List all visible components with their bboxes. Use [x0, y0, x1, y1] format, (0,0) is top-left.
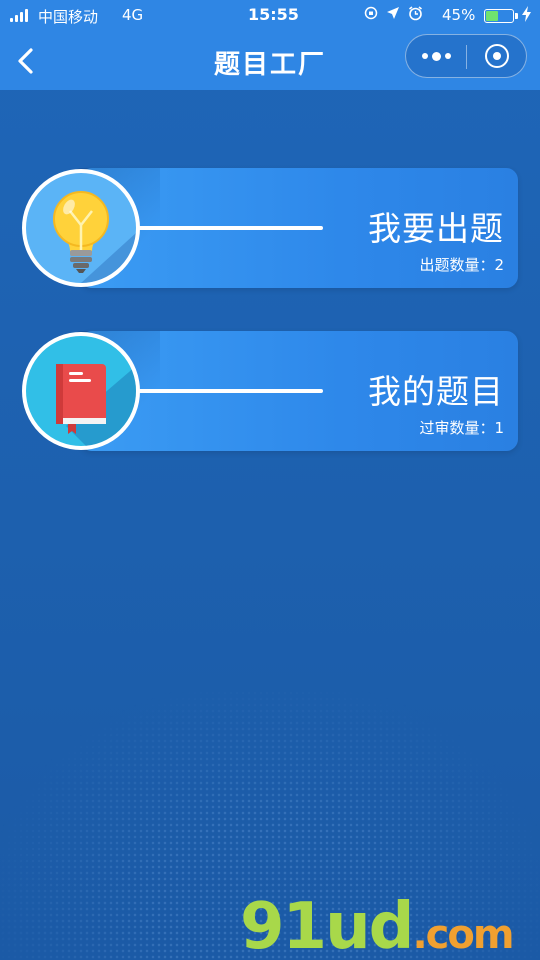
card-title: 我要出题 — [368, 209, 504, 248]
battery-percent: 45% — [442, 6, 476, 24]
signal-icon — [10, 9, 28, 22]
my-questions-card[interactable]: 我的题目 过审数量：1 — [70, 331, 518, 451]
carrier-name: 中国移动 — [38, 8, 99, 26]
more-button[interactable] — [406, 35, 466, 77]
create-question-card[interactable]: 我要出题 出题数量：2 — [70, 168, 518, 288]
lightbulb-icon[interactable] — [22, 169, 140, 287]
close-button[interactable] — [467, 35, 527, 77]
card-divider-line — [138, 389, 323, 393]
battery-icon — [484, 9, 518, 23]
card-count: 过审数量：1 — [419, 419, 504, 437]
navigation-bar: 题目工厂 — [0, 32, 540, 90]
status-bar: 中国移动 4G 15:55 45% — [0, 0, 540, 32]
card-count: 出题数量：2 — [419, 256, 504, 274]
status-time: 15:55 — [248, 5, 299, 24]
card-divider-line — [138, 226, 323, 230]
alarm-icon — [408, 6, 423, 25]
rotation-lock-icon — [364, 6, 378, 25]
more-dots-icon — [421, 53, 428, 59]
app-screen: 中国移动 4G 15:55 45% 题目工厂 我要出题 出题数量：2 我的题目 … — [0, 0, 540, 960]
target-close-icon — [485, 44, 509, 68]
network-type: 4G — [122, 6, 144, 24]
book-icon[interactable] — [22, 332, 140, 450]
mini-program-capsule — [405, 34, 527, 78]
site-watermark: 91ud.com — [240, 890, 515, 960]
charging-icon — [522, 6, 531, 26]
location-icon — [386, 6, 400, 25]
card-title: 我的题目 — [368, 372, 504, 411]
